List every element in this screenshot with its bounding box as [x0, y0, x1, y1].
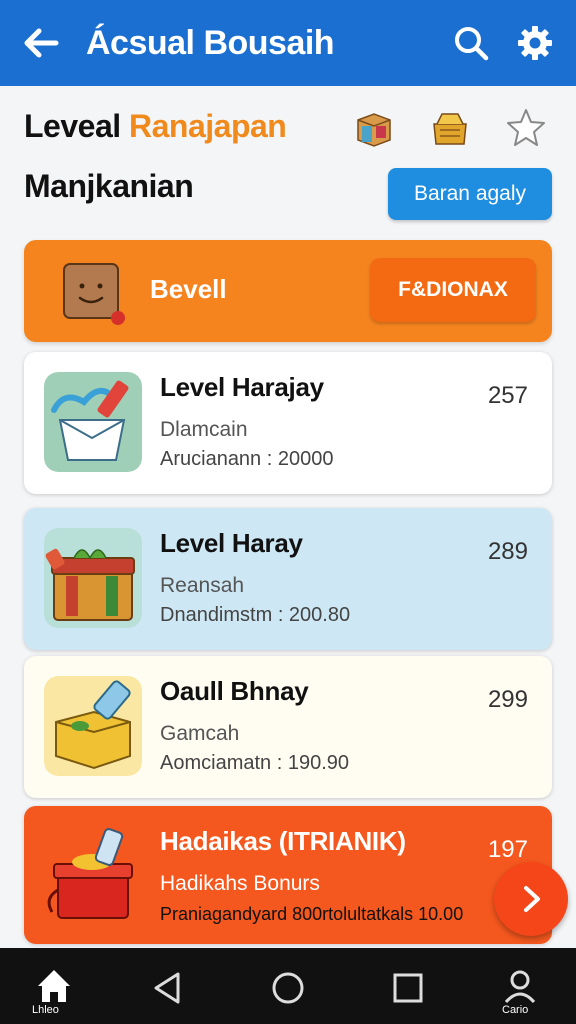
treasure-chest-icon[interactable]	[428, 106, 472, 150]
profile-icon[interactable]	[500, 966, 540, 1006]
recents-square-icon[interactable]	[388, 968, 428, 1008]
item-meta: Praniagandyard 800rtolultatkals 10.00	[160, 904, 464, 924]
mail-cup-icon	[44, 372, 142, 472]
item-score: 257	[487, 382, 528, 409]
item-meta: Arucianann : 20000	[160, 448, 334, 470]
home-circle-icon[interactable]	[268, 968, 308, 1008]
nav-home-label: Lhleo	[32, 1004, 59, 1016]
list-item[interactable]: Oaull Bhnay 299 Gamcah Aomciamatn : 190.…	[24, 656, 552, 798]
box-icon[interactable]	[352, 106, 396, 150]
header-action-button[interactable]: Baran agaly	[388, 168, 552, 220]
item-title: Level Haray	[160, 528, 303, 558]
banner-label: Bevell	[150, 274, 227, 304]
home-icon[interactable]	[34, 966, 74, 1006]
section-title-main: Leveal	[24, 108, 130, 144]
search-icon[interactable]	[452, 24, 490, 62]
system-nav-bar	[0, 948, 576, 1024]
nav-profile-label: Cario	[502, 1004, 529, 1016]
section-title: Leveal Ranajapan	[24, 108, 287, 145]
featured-banner[interactable]: Bevell F&DIONAX	[24, 240, 552, 342]
banner-button[interactable]: F&DIONAX	[370, 258, 536, 322]
gift-chest-icon	[44, 528, 142, 628]
item-subtitle: Hadikahs Bonurs	[160, 872, 320, 895]
smiley-box-icon	[63, 263, 125, 325]
list-item[interactable]: Level Haray 289 Reansah Dnandimstm : 200…	[24, 508, 552, 650]
item-subtitle: Dlamcain	[160, 418, 248, 441]
app-bar: Ácsual Bousaih	[0, 0, 576, 86]
next-fab-button[interactable]	[494, 862, 568, 936]
item-title: Oaull Bhnay	[160, 676, 309, 706]
item-title: Level Harajay	[160, 372, 324, 402]
red-gift-icon	[47, 828, 133, 919]
item-meta: Dnandimstm : 200.80	[160, 604, 351, 626]
item-subtitle: Gamcah	[160, 722, 240, 745]
list-item[interactable]: Level Harajay 257 Dlamcain Arucianann : …	[24, 352, 552, 494]
item-score: 197	[487, 836, 528, 863]
item-meta: Aomciamatn : 190.90	[160, 752, 349, 774]
section-title-accent: Ranajapan	[129, 108, 287, 144]
back-arrow-icon[interactable]	[20, 22, 62, 64]
yellow-box-icon	[44, 676, 142, 776]
app-title: Ácsual Bousaih	[86, 24, 335, 62]
item-subtitle: Reansah	[160, 574, 245, 597]
back-triangle-icon[interactable]	[148, 968, 188, 1008]
item-title: Hadaikas (ITRIANIK)	[160, 826, 406, 856]
gear-icon[interactable]	[516, 24, 554, 62]
item-score: 299	[487, 686, 528, 713]
section-subtitle: Manjkanian	[24, 168, 194, 204]
star-icon[interactable]	[504, 106, 548, 150]
list-item-bonus[interactable]: Hadaikas (ITRIANIK) 197 Hadikahs Bonurs …	[24, 806, 552, 944]
item-score: 289	[487, 538, 528, 565]
chevron-right-icon	[524, 886, 540, 912]
